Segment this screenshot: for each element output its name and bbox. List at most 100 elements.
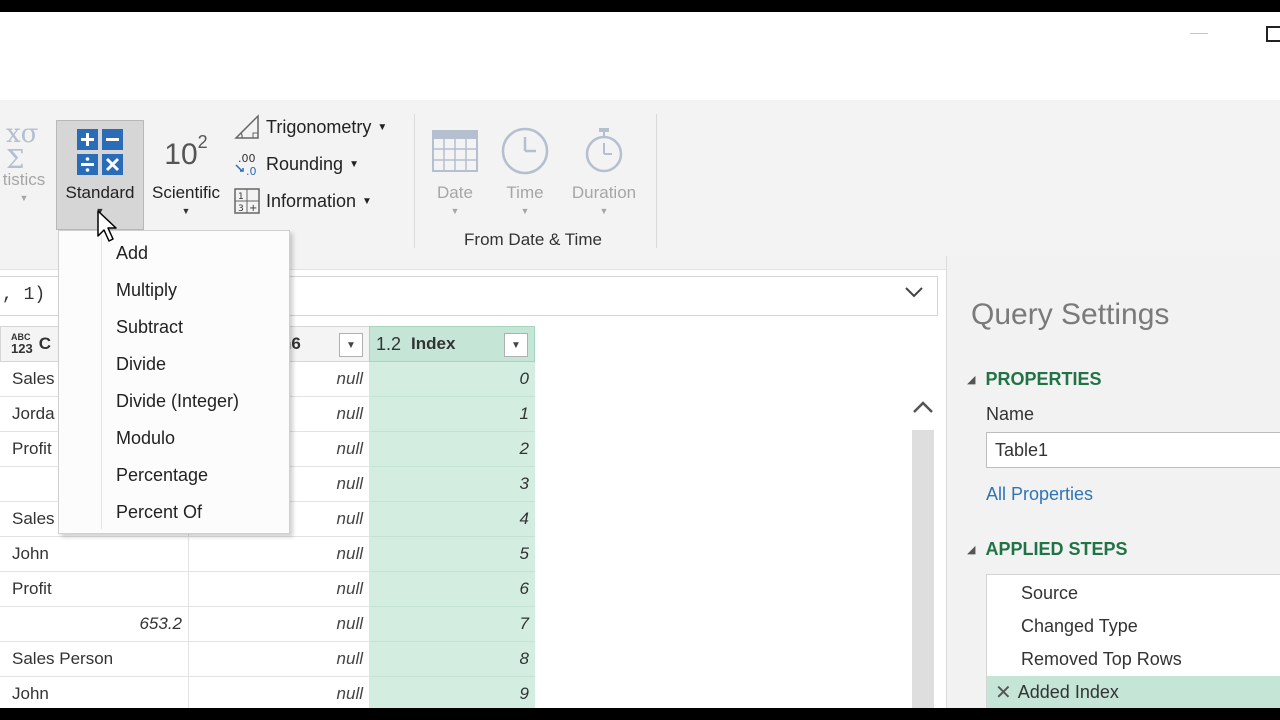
- cell[interactable]: null: [189, 607, 370, 642]
- menu-item-multiply[interactable]: Multiply: [103, 272, 289, 309]
- menu-item-divide[interactable]: Divide: [103, 346, 289, 383]
- cell[interactable]: Sales Person: [0, 642, 189, 677]
- statistics-icon: xσ Σ: [6, 119, 38, 170]
- scientific-label: Scientific: [151, 183, 221, 202]
- calendar-icon: [432, 130, 478, 172]
- step-label: Added Index: [1017, 682, 1119, 702]
- section-title: PROPERTIES: [985, 369, 1102, 389]
- exponent-icon: 10 2: [164, 120, 207, 174]
- cell[interactable]: 0: [370, 362, 535, 397]
- table-row[interactable]: 653.2 null 7: [0, 607, 536, 642]
- table-row[interactable]: John null 9: [0, 677, 536, 708]
- chevron-down-icon: ▼: [181, 206, 191, 216]
- table-row[interactable]: Profit null 6: [0, 572, 536, 607]
- applied-step[interactable]: Source: [987, 577, 1280, 610]
- vertical-scrollbar[interactable]: [908, 374, 938, 708]
- query-name-input[interactable]: [986, 432, 1280, 468]
- cell[interactable]: null: [189, 642, 370, 677]
- cell[interactable]: 4: [370, 502, 535, 537]
- column-header-index[interactable]: 1.2 Index ▼: [369, 326, 535, 362]
- type-any-icon: ABC 123: [11, 333, 33, 356]
- title-bar: [0, 12, 1280, 100]
- chevron-down-icon: ▼: [19, 193, 29, 203]
- pane-title: Query Settings: [971, 298, 1170, 331]
- svg-text:.00: .00: [238, 152, 256, 165]
- menu-item-modulo[interactable]: Modulo: [103, 420, 289, 457]
- trigonometry-button[interactable]: Trigonometry ▼: [234, 114, 387, 140]
- mouse-cursor-icon: [97, 210, 117, 242]
- cell[interactable]: null: [189, 537, 370, 572]
- chevron-down-icon: ▼: [450, 206, 460, 216]
- clock-icon: [501, 127, 549, 175]
- cell[interactable]: 1: [370, 397, 535, 432]
- menu-item-add[interactable]: Add: [103, 235, 289, 272]
- cell[interactable]: 5: [370, 537, 535, 572]
- minimize-button[interactable]: [1190, 33, 1208, 34]
- cell[interactable]: 3: [370, 467, 535, 502]
- date-label: Date: [437, 183, 473, 202]
- statistics-button[interactable]: xσ Σ tistics ▼: [0, 118, 54, 203]
- svg-text:Σ: Σ: [6, 145, 24, 170]
- statistics-label: tistics: [2, 170, 46, 189]
- collapse-triangle-icon[interactable]: ◢: [967, 373, 975, 386]
- cell[interactable]: 6: [370, 572, 535, 607]
- information-icon: 1 3 +: [234, 188, 260, 214]
- duration-label: Duration: [571, 183, 637, 202]
- cell[interactable]: null: [189, 572, 370, 607]
- formula-text[interactable]: , 1): [2, 285, 45, 305]
- maximize-button[interactable]: [1266, 26, 1280, 42]
- column-name: Index: [411, 334, 456, 353]
- all-properties-link[interactable]: All Properties: [986, 484, 1093, 505]
- cell[interactable]: 8: [370, 642, 535, 677]
- filter-dropdown-icon[interactable]: ▼: [339, 333, 363, 357]
- step-label: Source: [1021, 583, 1079, 603]
- filter-dropdown-icon[interactable]: ▼: [504, 333, 528, 357]
- type-decimal-icon: 1.2: [376, 333, 402, 354]
- scrollbar-thumb[interactable]: [912, 430, 934, 708]
- rounding-label: Rounding: [266, 153, 344, 174]
- information-button[interactable]: 1 3 + Information ▼: [234, 188, 372, 214]
- menu-item-percent-of[interactable]: Percent Of: [103, 494, 289, 531]
- cell[interactable]: 9: [370, 677, 535, 708]
- svg-text:3: 3: [238, 204, 244, 214]
- chevron-up-icon[interactable]: [912, 396, 934, 418]
- cell[interactable]: John: [0, 677, 189, 708]
- chevron-down-icon[interactable]: [904, 283, 924, 304]
- cell[interactable]: 653.2: [0, 607, 189, 642]
- rounding-icon: .00 .0: [235, 152, 257, 177]
- applied-step-active[interactable]: ✕ Added Index: [987, 676, 1280, 708]
- column-name: C: [38, 334, 51, 353]
- cell[interactable]: John: [0, 537, 189, 572]
- table-row[interactable]: Sales Person null 8: [0, 642, 536, 677]
- cell[interactable]: 2: [370, 432, 535, 467]
- calculator-icon: [77, 129, 123, 175]
- ribbon-separator: [656, 114, 657, 248]
- svg-text:1: 1: [238, 192, 244, 202]
- name-label: Name: [986, 404, 1035, 424]
- menu-item-percentage[interactable]: Percentage: [103, 457, 289, 494]
- menu-item-subtract[interactable]: Subtract: [103, 309, 289, 346]
- delete-step-icon[interactable]: ✕: [995, 680, 1012, 705]
- rounding-button[interactable]: .00 .0 Rounding ▼: [234, 151, 359, 177]
- duration-button[interactable]: Duration ▼: [562, 120, 646, 216]
- cell[interactable]: 7: [370, 607, 535, 642]
- date-button[interactable]: Date ▼: [424, 120, 486, 216]
- query-settings-pane: Query Settings ◢ PROPERTIES Name All Pro…: [946, 256, 1280, 708]
- svg-text:.0: .0: [246, 165, 257, 177]
- scientific-button[interactable]: 10 2 Scientific ▼: [146, 120, 226, 216]
- time-button[interactable]: Time ▼: [496, 120, 554, 216]
- collapse-triangle-icon[interactable]: ◢: [967, 543, 975, 556]
- properties-section-header[interactable]: ◢ PROPERTIES: [967, 369, 1102, 390]
- applied-step[interactable]: Changed Type: [987, 610, 1280, 643]
- group-label-datetime: From Date & Time: [464, 230, 602, 249]
- applied-steps-section-header[interactable]: ◢ APPLIED STEPS: [967, 539, 1128, 560]
- scientific-glyph: 10: [164, 138, 198, 171]
- cell[interactable]: Profit: [0, 572, 189, 607]
- applied-step[interactable]: Removed Top Rows: [987, 643, 1280, 676]
- menu-item-divide-integer[interactable]: Divide (Integer): [103, 383, 289, 420]
- section-title: APPLIED STEPS: [985, 539, 1128, 559]
- table-row[interactable]: John null 5: [0, 537, 536, 572]
- information-label: Information: [266, 190, 357, 211]
- chevron-down-icon: ▼: [362, 195, 372, 207]
- cell[interactable]: null: [189, 677, 370, 708]
